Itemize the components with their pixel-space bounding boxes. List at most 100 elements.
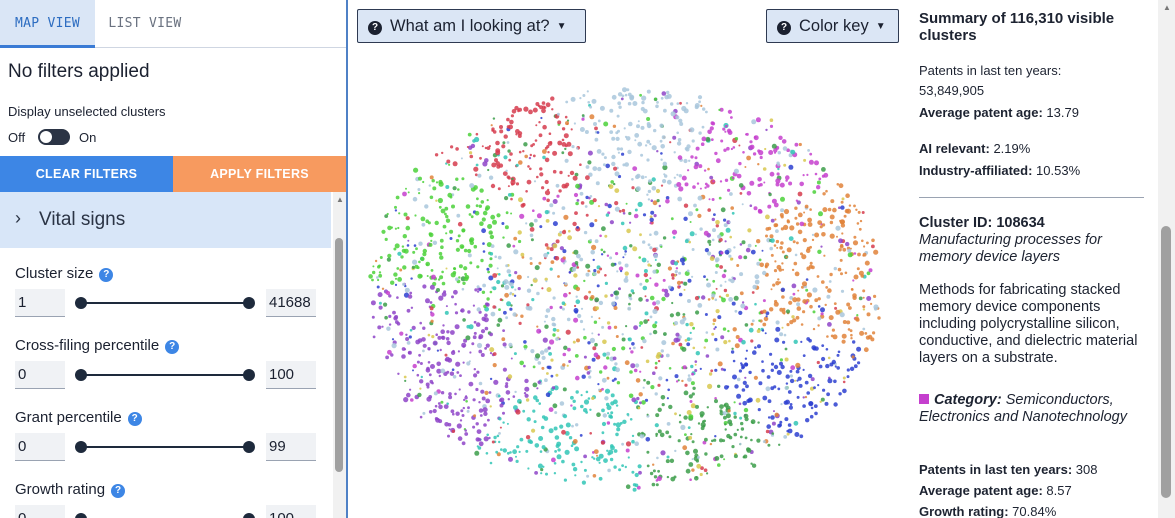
cluster-point[interactable]: [647, 243, 651, 247]
cluster-point[interactable]: [407, 294, 413, 299]
cluster-point[interactable]: [397, 226, 400, 230]
cluster-point[interactable]: [538, 133, 543, 138]
cluster-point[interactable]: [651, 482, 656, 487]
cluster-point[interactable]: [590, 295, 595, 300]
cluster-point[interactable]: [597, 383, 600, 386]
cluster-point[interactable]: [641, 100, 645, 105]
cluster-point[interactable]: [603, 365, 608, 370]
cluster-point[interactable]: [501, 337, 506, 342]
cluster-point[interactable]: [850, 333, 853, 337]
cluster-point[interactable]: [456, 423, 462, 429]
cluster-point[interactable]: [515, 182, 520, 186]
tab-list-view[interactable]: LIST VIEW: [95, 0, 195, 48]
cluster-point[interactable]: [856, 346, 862, 352]
cluster-point[interactable]: [711, 297, 714, 300]
cluster-point[interactable]: [829, 220, 834, 225]
cluster-point[interactable]: [615, 252, 619, 256]
cluster-point[interactable]: [632, 346, 636, 350]
cluster-point[interactable]: [806, 292, 812, 298]
cluster-point[interactable]: [490, 183, 496, 189]
cluster-point[interactable]: [458, 388, 461, 391]
cluster-point[interactable]: [464, 432, 469, 436]
cluster-point[interactable]: [621, 333, 624, 336]
cluster-point[interactable]: [642, 213, 647, 217]
cluster-point[interactable]: [485, 205, 491, 211]
cluster-point[interactable]: [584, 130, 589, 134]
cluster-point[interactable]: [624, 465, 627, 469]
cluster-point[interactable]: [539, 172, 544, 177]
cluster-point[interactable]: [573, 317, 579, 323]
cluster-point[interactable]: [765, 234, 768, 238]
cluster-point[interactable]: [707, 251, 712, 256]
cluster-point[interactable]: [386, 326, 391, 331]
cluster-point[interactable]: [757, 421, 760, 424]
cluster-point[interactable]: [579, 319, 584, 324]
cluster-point[interactable]: [396, 267, 400, 270]
cluster-point[interactable]: [723, 368, 726, 372]
cluster-point[interactable]: [561, 459, 565, 464]
cluster-point[interactable]: [527, 165, 530, 168]
cluster-point[interactable]: [622, 245, 628, 251]
cluster-point[interactable]: [720, 251, 724, 255]
cluster-point[interactable]: [738, 255, 743, 260]
cluster-point[interactable]: [724, 280, 727, 283]
cluster-point[interactable]: [794, 206, 798, 210]
cluster-point[interactable]: [563, 292, 568, 298]
cluster-point[interactable]: [660, 158, 663, 161]
cluster-point[interactable]: [489, 377, 493, 381]
cluster-point[interactable]: [588, 290, 591, 294]
cluster-point[interactable]: [766, 375, 771, 379]
cluster-point[interactable]: [637, 464, 642, 469]
cluster-point[interactable]: [514, 390, 517, 394]
cluster-point[interactable]: [835, 225, 841, 231]
cluster-point[interactable]: [621, 346, 626, 351]
cluster-point[interactable]: [754, 302, 757, 306]
cluster-point[interactable]: [821, 167, 826, 172]
cluster-point[interactable]: [704, 452, 708, 456]
cluster-point[interactable]: [606, 376, 610, 380]
cluster-point[interactable]: [526, 303, 530, 307]
cluster-point[interactable]: [409, 291, 413, 295]
cluster-point[interactable]: [509, 307, 513, 311]
cluster-point[interactable]: [697, 195, 703, 201]
cluster-point[interactable]: [441, 335, 446, 340]
cluster-point[interactable]: [685, 450, 690, 456]
cluster-point[interactable]: [459, 374, 462, 377]
cluster-point[interactable]: [548, 428, 554, 434]
cluster-point[interactable]: [427, 347, 431, 351]
cluster-point[interactable]: [394, 209, 398, 212]
cluster-point[interactable]: [476, 265, 480, 269]
cluster-point[interactable]: [812, 327, 816, 331]
cluster-point[interactable]: [473, 244, 478, 249]
cluster-point[interactable]: [544, 324, 549, 329]
cluster-point[interactable]: [825, 348, 829, 351]
cluster-point[interactable]: [681, 379, 684, 383]
cluster-point[interactable]: [733, 168, 739, 174]
cluster-point[interactable]: [422, 326, 426, 330]
cluster-point[interactable]: [492, 286, 497, 291]
cluster-point[interactable]: [757, 344, 761, 349]
cluster-point[interactable]: [601, 421, 607, 427]
cluster-point[interactable]: [417, 188, 421, 191]
cluster-point[interactable]: [780, 287, 786, 292]
cluster-point[interactable]: [437, 418, 440, 421]
cluster-point[interactable]: [408, 335, 412, 339]
cluster-point[interactable]: [727, 130, 733, 136]
cluster-point[interactable]: [603, 458, 608, 463]
cluster-point[interactable]: [469, 151, 473, 155]
cluster-point[interactable]: [580, 460, 583, 464]
cluster-point[interactable]: [544, 243, 549, 247]
cluster-point[interactable]: [704, 437, 708, 442]
cluster-point[interactable]: [873, 304, 879, 310]
cluster-point[interactable]: [664, 292, 670, 298]
cluster-point[interactable]: [461, 441, 466, 446]
cluster-point[interactable]: [818, 211, 823, 217]
cluster-point[interactable]: [740, 421, 744, 426]
cluster-point[interactable]: [609, 415, 613, 419]
cluster-point[interactable]: [797, 212, 803, 218]
cluster-point[interactable]: [775, 182, 780, 187]
cluster-point[interactable]: [467, 253, 472, 258]
cluster-point[interactable]: [681, 105, 687, 112]
cluster-point[interactable]: [724, 130, 727, 133]
cluster-point[interactable]: [712, 322, 715, 326]
